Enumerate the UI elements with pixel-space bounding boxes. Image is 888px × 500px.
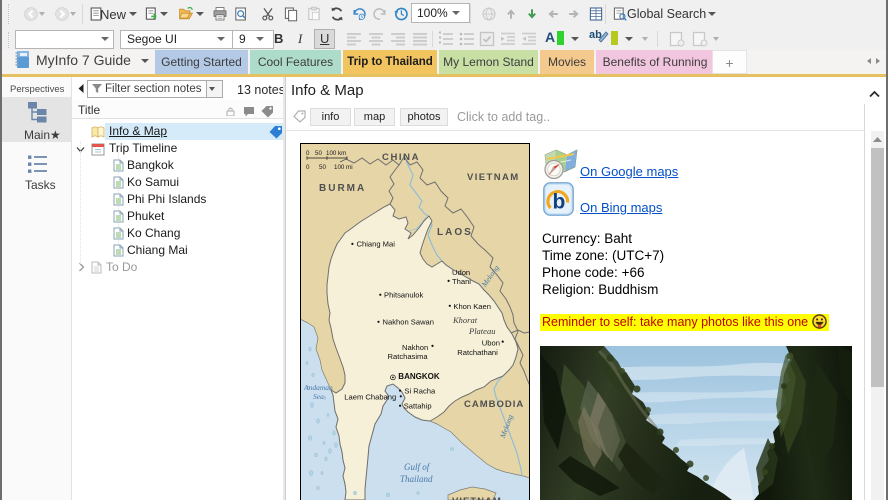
svg-text:50: 50 — [319, 164, 326, 171]
svg-text:Chiang Mai: Chiang Mai — [357, 240, 396, 249]
svg-text:b: b — [553, 191, 566, 214]
svg-text:Gulf of: Gulf of — [404, 462, 431, 472]
svg-text:VIETNAM: VIETNAM — [452, 496, 502, 500]
svg-text:Plateau: Plateau — [468, 326, 495, 336]
svg-text:Ratchathani: Ratchathani — [457, 348, 498, 357]
svg-text:VIETNAM: VIETNAM — [467, 172, 520, 183]
svg-text:Andaman: Andaman — [303, 383, 333, 392]
svg-text:50: 50 — [315, 150, 322, 157]
svg-text:Nakhon Sawan: Nakhon Sawan — [383, 318, 435, 327]
svg-text:Nakhon: Nakhon — [402, 343, 428, 352]
svg-text:LAOS: LAOS — [437, 227, 473, 238]
svg-text:Udon: Udon — [452, 268, 470, 277]
svg-text:Ubon: Ubon — [482, 339, 500, 348]
svg-text:Khon Kaen: Khon Kaen — [453, 302, 491, 311]
svg-text:Thani: Thani — [452, 277, 471, 286]
svg-text:CHINA: CHINA — [382, 152, 420, 163]
svg-text:100 km: 100 km — [326, 150, 346, 157]
svg-text:Si Racha: Si Racha — [404, 386, 436, 395]
svg-text:Phitsanulok: Phitsanulok — [384, 291, 423, 300]
svg-text:0: 0 — [306, 164, 310, 171]
svg-text:CAMBODIA: CAMBODIA — [464, 399, 524, 410]
svg-text:Thailand: Thailand — [400, 474, 433, 484]
svg-text:Khorat: Khorat — [452, 315, 478, 325]
svg-text:Ratchasima: Ratchasima — [388, 352, 429, 361]
svg-text:Sattahip: Sattahip — [404, 401, 432, 410]
svg-text:BURMA: BURMA — [319, 183, 366, 194]
svg-text:Sea: Sea — [313, 392, 324, 401]
svg-text:0: 0 — [306, 150, 310, 157]
svg-text:100 mi: 100 mi — [334, 164, 353, 171]
svg-text:Laem Chabang: Laem Chabang — [344, 392, 396, 401]
svg-text:BANGKOK: BANGKOK — [398, 372, 440, 381]
